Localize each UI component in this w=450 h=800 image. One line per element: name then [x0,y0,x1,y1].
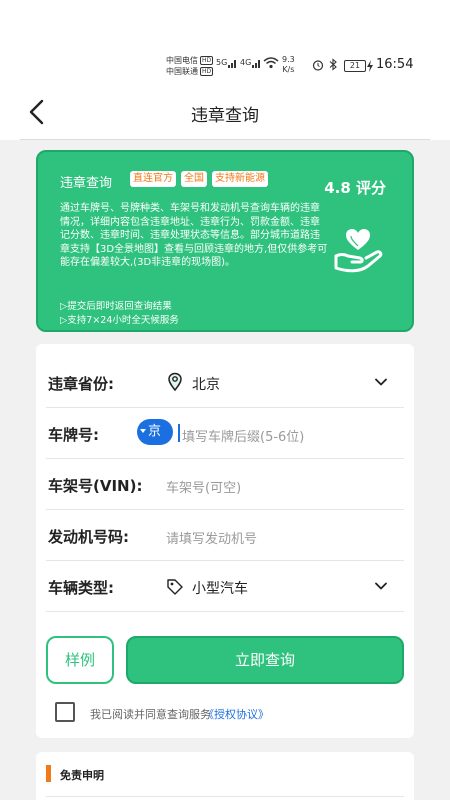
battery-indicator: 21 [344,60,366,72]
clock: 16:54 [376,57,414,72]
hd-badge: HD [200,56,214,65]
disclaimer-divider [46,796,404,797]
network-speed: 9.3 K/s [282,55,295,74]
vehicle-type-label: 车辆类型: [48,579,114,597]
hand-heart-icon [334,229,383,273]
plate-province-selector[interactable]: 京 [137,419,173,445]
signal-5g-icon: 5G [216,58,228,67]
feature-instant-result: ▷提交后即时返回查询结果 [60,301,172,312]
engine-row: 发动机号码: 请填写发动机号 [46,510,404,561]
signal-bars-icon [228,60,236,68]
nav-header: 违章查询 [0,84,450,140]
plate-input[interactable]: 填写车牌后缀(5-6位) [182,426,304,445]
hd-badge: HD [200,67,214,76]
vin-input[interactable]: 车架号(可空) [166,477,241,496]
plate-row: 车牌号: 京 填写车牌后缀(5-6位) [46,408,404,459]
agree-text: 我已阅读并同意查询服务 [90,708,211,721]
location-pin-icon [168,372,182,392]
text-cursor [178,424,180,442]
banner-title: 违章查询 [60,176,113,191]
carrier-info: 中国电信 HD 中国联通 HD [166,55,214,77]
sample-button[interactable]: 样例 [46,636,114,684]
engine-label: 发动机号码: [48,528,129,546]
query-button[interactable]: 立即查询 [126,636,404,684]
charging-icon [367,60,373,72]
plate-prefix: 京 [148,424,162,439]
engine-input[interactable]: 请填写发动机号 [166,528,257,547]
province-row[interactable]: 违章省份: 北京 [46,357,404,408]
signal-bars-icon [252,60,260,68]
wifi-icon [263,57,279,69]
status-bar: 中国电信 HD 中国联通 HD 5G 4G 9.3 K/s 21 16:54 [0,0,450,84]
section-accent-bar [46,765,51,782]
tag-icon [167,579,183,595]
vin-label: 车架号(VIN): [48,477,143,495]
feature-24h-service: ▷支持7×24小时全天候服务 [60,315,179,326]
chevron-down-icon[interactable] [374,579,388,593]
page-title: 违章查询 [191,106,259,126]
vehicle-type-value: 小型汽车 [192,581,248,597]
agree-checkbox[interactable] [55,702,75,722]
carrier-1: 中国电信 [166,56,198,65]
query-form: 违章省份: 北京 车牌号: 京 填写车牌后缀(5-6位) 车架号(VIN): 车… [36,344,414,738]
alarm-icon [312,60,324,71]
agreement-link[interactable]: 《授权协议》 [203,706,269,722]
disclaimer-section: 免责申明 [36,752,414,800]
chevron-down-icon[interactable] [374,375,388,389]
plate-label: 车牌号: [48,426,99,444]
tag-official: 直连官方 [130,171,176,187]
vin-row: 车架号(VIN): 车架号(可空) [46,459,404,510]
header-divider [20,139,430,140]
feature-tags: 直连官方 全国 支持新能源 [130,171,268,187]
banner-description: 通过车牌号、号牌种类、车架号和发动机号查询车辆的违章情况，详细内容包含违章地址、… [60,203,328,269]
bluetooth-icon [329,58,337,71]
caret-down-icon [140,429,146,433]
vehicle-type-row[interactable]: 车辆类型: 小型汽车 [46,561,404,612]
province-label: 违章省份: [48,375,114,393]
carrier-2: 中国联通 [166,67,198,76]
intro-banner: 违章查询 直连官方 全国 支持新能源 4.8 评分 通过车牌号、号牌种类、车架号… [36,150,414,332]
tag-new-energy: 支持新能源 [212,171,268,187]
signal-4g-icon: 4G [240,58,252,67]
disclaimer-title: 免责申明 [60,769,104,782]
tag-nationwide: 全国 [181,171,207,187]
province-value: 北京 [192,377,220,393]
rating: 4.8 评分 [324,179,386,197]
